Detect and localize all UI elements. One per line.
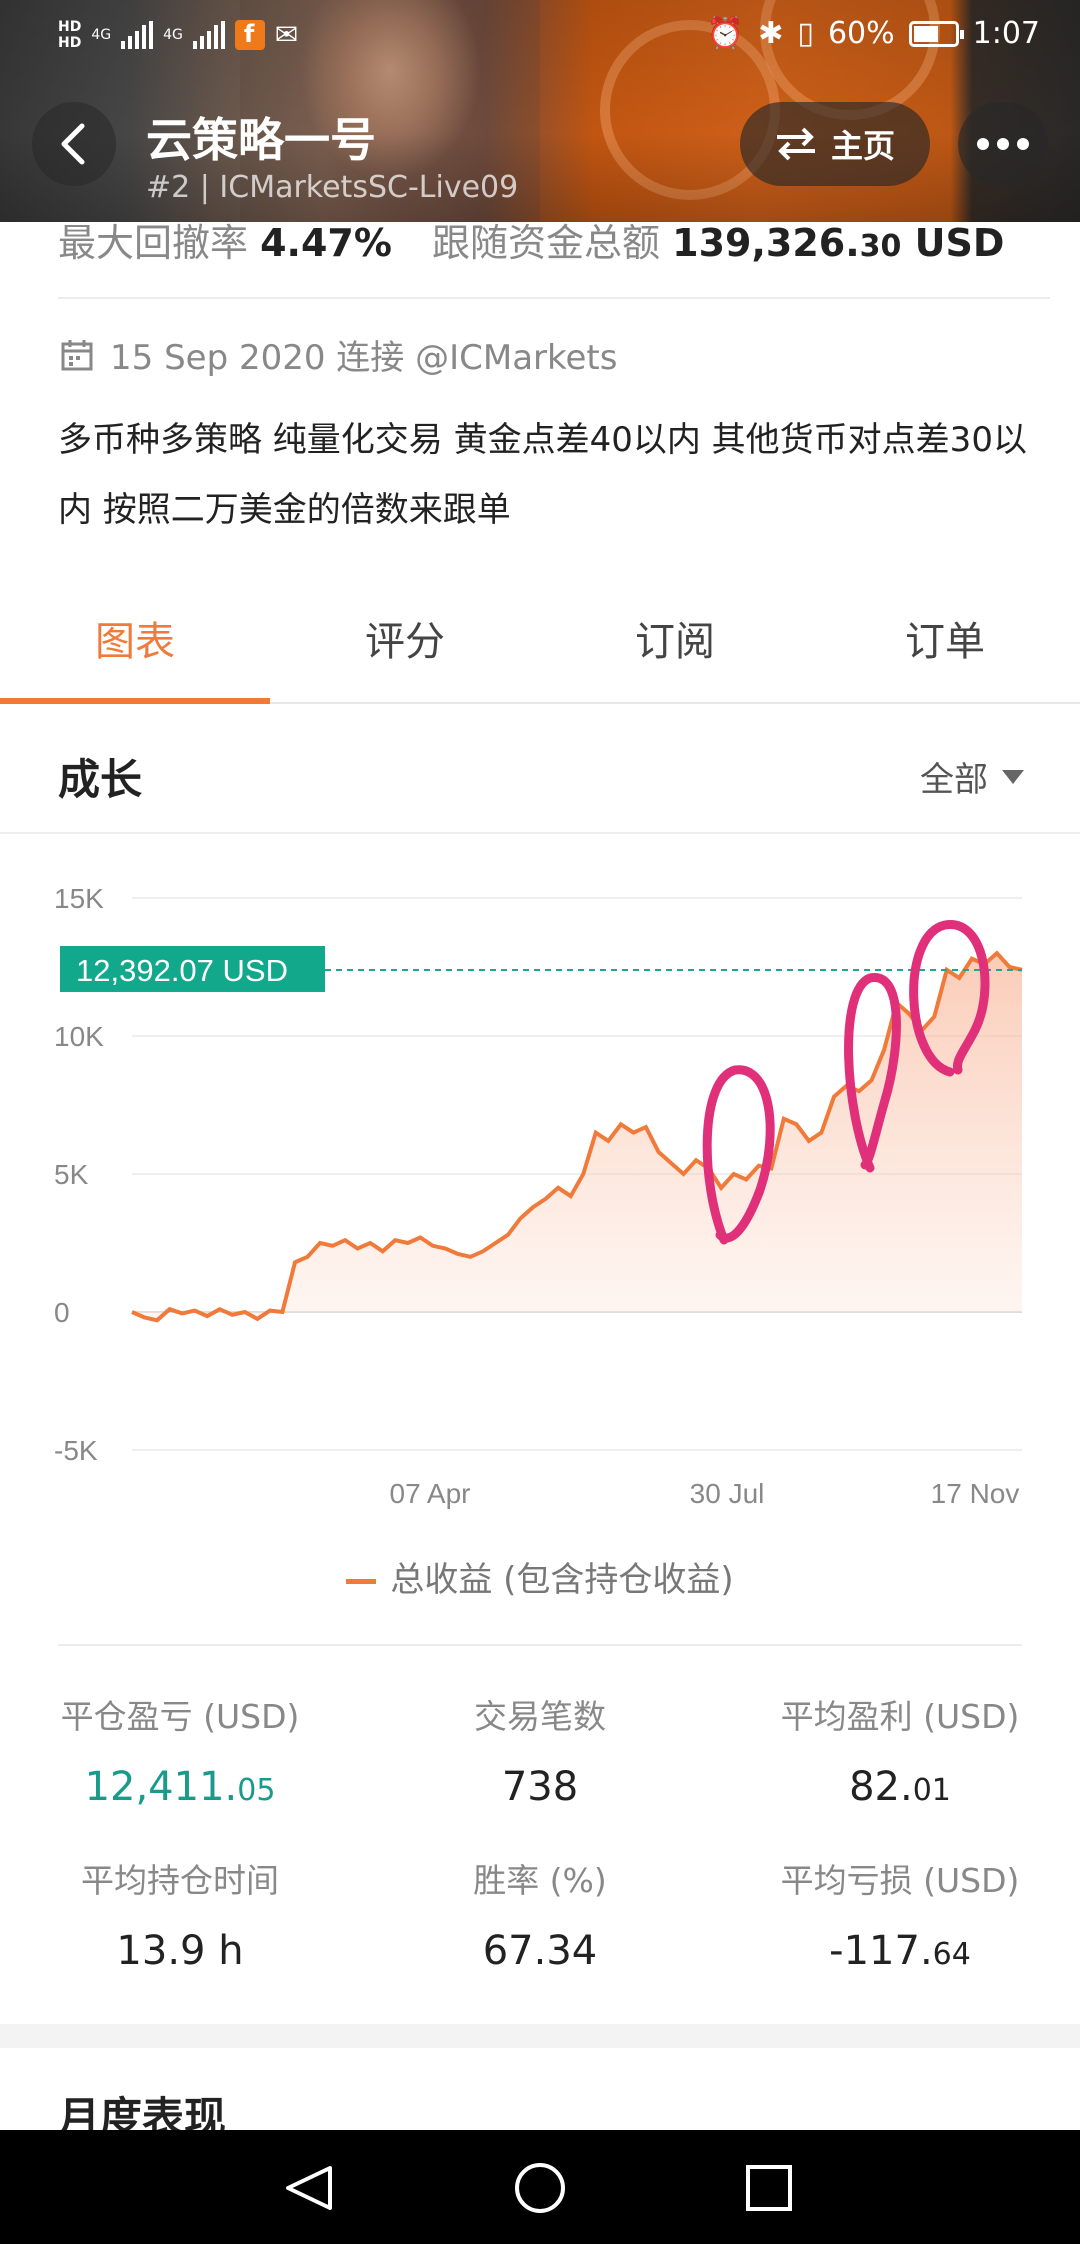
y-tick-label: -5K bbox=[54, 1435, 98, 1466]
calendar-icon bbox=[61, 339, 93, 370]
metric-label: 平均持仓时间 bbox=[81, 1861, 279, 1900]
legend-label: 总收益 (包含持仓收益) bbox=[390, 1560, 734, 1600]
current-value-label: 12,392.07 USD bbox=[76, 953, 288, 988]
signal-icon bbox=[121, 20, 154, 49]
metric-win-rate: 胜率 (%) 67.34 bbox=[360, 1854, 720, 1974]
metric-value: 12,411.05 bbox=[84, 1764, 276, 1810]
range-dropdown[interactable]: 全部 bbox=[920, 752, 1024, 801]
tab-subscribe[interactable]: 订阅 bbox=[540, 590, 810, 702]
drawdown-value: 4.47% bbox=[260, 221, 392, 262]
divider bbox=[58, 297, 1050, 299]
y-tick-label: 5K bbox=[54, 1159, 89, 1190]
bluetooth-icon: ✱ bbox=[758, 16, 784, 51]
metric-value: 67.34 bbox=[482, 1928, 598, 1974]
metric-label: 平仓盈亏 (USD) bbox=[60, 1697, 300, 1736]
nav-recents-icon[interactable] bbox=[746, 2165, 792, 2211]
drawdown-label: 最大回撤率 bbox=[58, 221, 249, 262]
more-dot-icon bbox=[1017, 138, 1029, 150]
tab-chart[interactable]: 图表 bbox=[0, 590, 270, 704]
growth-chart[interactable]: 15K 10K 5K 0 -5K 07 Apr 30 Jul 17 Nov 12,392.07… bbox=[0, 860, 1080, 1540]
metric-label: 交易笔数 bbox=[474, 1697, 606, 1736]
vibrate-icon: ▯ bbox=[797, 16, 814, 51]
nav-home-icon[interactable] bbox=[515, 2163, 565, 2213]
nav-back-icon[interactable] bbox=[286, 2166, 332, 2210]
x-tick-label: 17 Nov bbox=[931, 1478, 1020, 1509]
metric-label: 平均盈利 (USD) bbox=[780, 1697, 1020, 1736]
connection-date: 15 Sep 2020 连接 @ICMarkets bbox=[110, 338, 618, 378]
more-dot-icon bbox=[997, 138, 1009, 150]
more-dot-icon bbox=[977, 138, 989, 150]
tab-orders[interactable]: 订单 bbox=[810, 590, 1080, 702]
metric-label: 平均亏损 (USD) bbox=[780, 1861, 1020, 1900]
x-tick-label: 30 Jul bbox=[690, 1478, 765, 1509]
funds-value: 139,326.30 USD bbox=[672, 221, 1005, 262]
tab-bar: 图表 评分 订阅 订单 bbox=[0, 590, 1080, 704]
connection-info: 15 Sep 2020 连接 @ICMarkets bbox=[60, 330, 617, 379]
swap-icon bbox=[776, 127, 815, 161]
tab-rating[interactable]: 评分 bbox=[270, 590, 540, 702]
signal-icon bbox=[192, 20, 225, 49]
divider bbox=[58, 1644, 1022, 1646]
back-button[interactable] bbox=[32, 102, 116, 186]
clock: 1:07 bbox=[972, 16, 1040, 51]
y-tick-label: 15K bbox=[54, 883, 104, 914]
app-root: HD HD 4G 4G ✉ ⏰ ✱ ▯ 60% 1:07 bbox=[0, 0, 1080, 2244]
battery-percent: 60% bbox=[827, 16, 895, 51]
more-button[interactable] bbox=[958, 102, 1048, 186]
alarm-icon: ⏰ bbox=[706, 16, 745, 51]
strategy-title: 云策略一号 bbox=[146, 113, 376, 167]
x-tick-label: 07 Apr bbox=[390, 1478, 471, 1509]
chevron-left-icon bbox=[61, 123, 85, 165]
growth-header: 成长 全部 bbox=[0, 706, 1080, 834]
network-type-1: 4G bbox=[91, 26, 112, 43]
metric-closed-pnl: 平仓盈亏 (USD) 12,411.05 bbox=[0, 1690, 360, 1810]
system-nav-bar bbox=[0, 2130, 1080, 2244]
app-notification-icon bbox=[234, 19, 265, 50]
chart-legend: 总收益 (包含持仓收益) bbox=[0, 1552, 1080, 1601]
metric-trade-count: 交易笔数 738 bbox=[360, 1690, 720, 1810]
wechat-icon: ✉ bbox=[274, 18, 299, 51]
metric-label: 胜率 (%) bbox=[473, 1861, 607, 1900]
metric-avg-loss: 平均亏损 (USD) -117.64 bbox=[720, 1854, 1080, 1974]
hd-indicator: HD HD bbox=[58, 18, 82, 51]
metric-value: 82.01 bbox=[849, 1764, 951, 1810]
metric-value: -117.64 bbox=[829, 1928, 971, 1974]
profile-header: HD HD 4G 4G ✉ ⏰ ✱ ▯ 60% 1:07 bbox=[0, 0, 1080, 222]
metric-value: 738 bbox=[501, 1764, 579, 1810]
status-bar: HD HD 4G 4G ✉ ⏰ ✱ ▯ 60% 1:07 bbox=[0, 0, 1080, 80]
section-title: 成长 bbox=[58, 755, 143, 804]
legend-swatch bbox=[346, 1579, 377, 1584]
stats-summary: 最大回撤率 4.47% 跟随资金总额 139,326.30 USD bbox=[58, 212, 1038, 262]
metric-avg-hold-time: 平均持仓时间 13.9 h bbox=[0, 1854, 360, 1974]
caret-down-icon bbox=[1002, 769, 1024, 784]
battery-icon bbox=[908, 20, 964, 47]
series-area bbox=[132, 953, 1022, 1321]
section-separator bbox=[0, 2024, 1080, 2048]
metric-value: 13.9 h bbox=[116, 1928, 244, 1974]
funds-label: 跟随资金总额 bbox=[432, 221, 661, 262]
account-subtitle: #2 | ICMarketsSC-Live09 bbox=[146, 170, 519, 205]
y-tick-label: 10K bbox=[54, 1021, 104, 1052]
home-button-label: 主页 bbox=[830, 127, 895, 165]
network-type-2: 4G bbox=[163, 26, 183, 43]
range-label: 全部 bbox=[920, 760, 988, 800]
strategy-description: 多币种多策略 纯量化交易 黄金点差40以内 其他货币对点差30以内 按照二万美金… bbox=[58, 420, 1027, 530]
y-tick-label: 0 bbox=[54, 1297, 70, 1328]
home-button[interactable]: 主页 bbox=[740, 102, 930, 186]
metric-avg-profit: 平均盈利 (USD) 82.01 bbox=[720, 1690, 1080, 1810]
